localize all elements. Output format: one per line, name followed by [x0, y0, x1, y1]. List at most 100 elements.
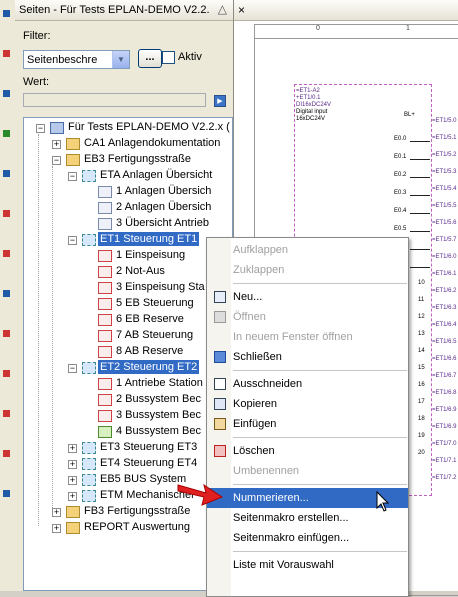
- menu-item[interactable]: Kopieren: [207, 394, 408, 414]
- tree-item[interactable]: 5 EB Steuerung: [114, 296, 196, 312]
- cross-reference: =ET1/5.0: [432, 118, 457, 124]
- wert-label: Wert:: [23, 76, 50, 88]
- wire-line: [410, 267, 430, 268]
- toolbar-tool-icon[interactable]: [3, 10, 10, 17]
- new-page-icon: [214, 291, 226, 303]
- menu-item[interactable]: Seitenmakro einfügen...: [207, 528, 408, 548]
- tree-item[interactable]: 1 Anlagen Übersich: [114, 184, 213, 200]
- copy-icon: [214, 398, 226, 410]
- tree-toggle-icon[interactable]: −: [36, 124, 45, 133]
- input-label: E0.5: [394, 226, 407, 232]
- tree-toggle-icon[interactable]: −: [68, 172, 77, 181]
- toolbar-tool-icon[interactable]: [3, 50, 10, 57]
- tree-item[interactable]: EB5 BUS System: [98, 472, 188, 488]
- menu-item[interactable]: Ausschneiden: [207, 374, 408, 394]
- menu-item[interactable]: Einfügen: [207, 414, 408, 434]
- filter-options-button[interactable]: ...: [138, 49, 162, 68]
- cross-reference: =ET1/7.2: [432, 475, 457, 481]
- pin-number: 17: [418, 399, 425, 405]
- tree-item-label: EB5 BUS System: [100, 473, 187, 485]
- tree-item[interactable]: 4 Bussystem Bec: [114, 424, 203, 440]
- drawing-tab-bar: ×: [234, 0, 458, 21]
- aktiv-label: Aktiv: [178, 51, 202, 63]
- page-icon: [98, 426, 112, 438]
- tree-toggle-icon[interactable]: +: [68, 444, 77, 453]
- menu-item: Zuklappen: [207, 260, 408, 280]
- tree-toggle-icon[interactable]: +: [52, 524, 61, 533]
- tree-item[interactable]: ETA Anlagen Übersicht: [98, 168, 214, 184]
- tree-item[interactable]: 7 AB Steuerung: [114, 328, 195, 344]
- menu-item[interactable]: Schließen: [207, 347, 408, 367]
- toolbar-tool-icon[interactable]: [3, 330, 10, 337]
- cross-reference: =ET1/6.0: [432, 254, 457, 260]
- pin-number: 11: [418, 297, 425, 303]
- tree-item[interactable]: 3 Bussystem Bec: [114, 408, 203, 424]
- toolbar-tool-icon[interactable]: [3, 290, 10, 297]
- toolbar-tool-icon[interactable]: [3, 170, 10, 177]
- tree-item[interactable]: ET4 Steuerung ET4: [98, 456, 199, 472]
- tree-item[interactable]: 2 Anlagen Übersich: [114, 200, 213, 216]
- wire-line: [410, 177, 430, 178]
- close-icon[interactable]: ×: [238, 3, 245, 17]
- tree-toggle-icon[interactable]: −: [68, 236, 77, 245]
- tree-toggle-icon[interactable]: +: [52, 508, 61, 517]
- tree-item-label: 3 Übersicht Antrieb: [116, 217, 209, 229]
- context-menu: Aufklappen Zuklappen Neu... Öffnen In neuem …: [206, 237, 409, 597]
- tree-item[interactable]: 1 Antriebe Station: [114, 376, 205, 392]
- toolbar-tool-icon[interactable]: [3, 450, 10, 457]
- tree-toggle-icon[interactable]: +: [68, 476, 77, 485]
- toolbar-tool-icon[interactable]: [3, 490, 10, 497]
- page-icon: [98, 346, 112, 358]
- tree-toggle-icon[interactable]: −: [68, 364, 77, 373]
- wire-line: [410, 195, 430, 196]
- tree-item-label: ETA Anlagen Übersicht: [100, 169, 213, 181]
- tree-item[interactable]: EB3 Fertigungsstraße: [82, 152, 193, 168]
- plc-card-info: =ET1-A2 +ET1/0.1 DI16xDC24V Digital input 16…: [296, 88, 331, 123]
- tree-item[interactable]: 1 Einspeisung: [114, 248, 187, 264]
- pin-number: 18: [418, 416, 425, 422]
- chevron-down-icon[interactable]: ▼: [112, 51, 129, 68]
- tree-item[interactable]: 2 Bussystem Bec: [114, 392, 203, 408]
- menu-item[interactable]: Neu...: [207, 287, 408, 307]
- function-structure-icon: [82, 442, 96, 454]
- tree-item[interactable]: ET1 Steuerung ET1: [98, 232, 200, 248]
- aktiv-checkbox[interactable]: [162, 51, 175, 64]
- tree-toggle-icon[interactable]: +: [68, 460, 77, 469]
- tree-toggle-icon[interactable]: −: [52, 156, 61, 165]
- tree-item[interactable]: ET2 Steuerung ET2: [98, 360, 200, 376]
- tree-item[interactable]: REPORT Auswertung: [82, 520, 192, 536]
- page-tree[interactable]: − Für Tests EPLAN-DEMO V2.2.x ( + CA1 Anlag…: [23, 117, 233, 591]
- toolbar-tool-icon[interactable]: [3, 210, 10, 217]
- toolbar-tool-icon[interactable]: [3, 130, 10, 137]
- menu-item: Aufklappen: [207, 240, 408, 260]
- wert-input[interactable]: [23, 93, 206, 107]
- toolbar-tool-icon[interactable]: [3, 90, 10, 97]
- menu-item[interactable]: Liste mit Vorauswahl: [207, 555, 408, 575]
- wire-line: [410, 213, 430, 214]
- menu-item-label: Seitenmakro erstellen...: [233, 512, 349, 524]
- toolbar-tool-icon[interactable]: [3, 250, 10, 257]
- tree-item[interactable]: 8 AB Reserve: [114, 344, 185, 360]
- tree-item[interactable]: Für Tests EPLAN-DEMO V2.2.x (: [66, 120, 232, 136]
- folder-icon: [66, 138, 80, 150]
- tree-toggle-icon[interactable]: +: [68, 492, 77, 501]
- tree-item[interactable]: 3 Übersicht Antrieb: [114, 216, 211, 232]
- menu-item-label: Nummerieren...: [233, 492, 309, 504]
- menu-item-label: Ausschneiden: [233, 378, 303, 390]
- toolbar-tool-icon[interactable]: [3, 370, 10, 377]
- pin-icon[interactable]: △: [218, 2, 227, 16]
- tree-item[interactable]: 6 EB Reserve: [114, 312, 186, 328]
- tree-item[interactable]: CA1 Anlagendokumentation: [82, 136, 222, 152]
- tree-item-label: 2 Anlagen Übersich: [116, 201, 212, 213]
- tree-item[interactable]: 3 Einspeisung Sta: [114, 280, 207, 296]
- filter-select[interactable]: Seitenbeschre ▼: [23, 50, 130, 69]
- menu-item-label: Löschen: [233, 445, 275, 457]
- menu-separator: [233, 370, 407, 371]
- left-toolbar-strip: [0, 0, 16, 591]
- tree-item[interactable]: ET3 Steuerung ET3: [98, 440, 199, 456]
- toolbar-tool-icon[interactable]: [3, 410, 10, 417]
- apply-arrow-icon[interactable]: ▶: [214, 95, 226, 107]
- tree-toggle-icon[interactable]: +: [52, 140, 61, 149]
- tree-item[interactable]: 2 Not-Aus: [114, 264, 167, 280]
- menu-item[interactable]: Löschen: [207, 441, 408, 461]
